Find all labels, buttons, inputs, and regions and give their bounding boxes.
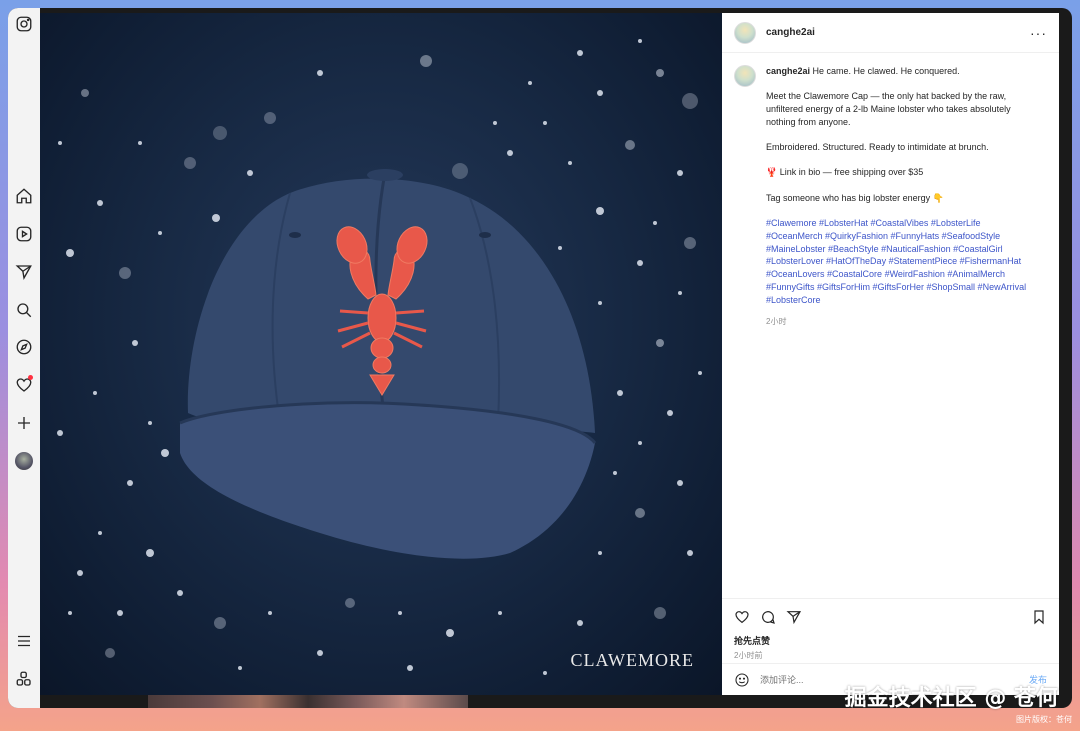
menu-icon[interactable]: [12, 629, 36, 653]
author-username[interactable]: canghe2ai: [766, 27, 815, 38]
caption-timestamp: 2小时: [766, 317, 787, 327]
brand-text: CLAWEMORE: [570, 650, 694, 670]
left-nav-rail: [8, 8, 40, 708]
app-window: CLAWEMORE canghe2ai ··· canghe2ai He cam…: [8, 8, 1072, 708]
post-image[interactable]: CLAWEMORE: [40, 13, 722, 695]
caption-paragraph: 🦞 Link in bio — free shipping over $35: [766, 167, 924, 178]
background-thumbnails: [148, 695, 468, 708]
caption: canghe2ai He came. He clawed. He conquer…: [722, 53, 1059, 329]
notification-dot: [28, 375, 33, 380]
post-actions: 抢先点赞 2小时前: [722, 598, 1059, 660]
post-header: canghe2ai ···: [722, 13, 1059, 53]
cap-illustration: [57, 39, 702, 675]
bookmark-icon[interactable]: [1031, 609, 1047, 625]
heart-icon[interactable]: [12, 373, 36, 397]
more-options-button[interactable]: ···: [1030, 26, 1047, 40]
send-icon[interactable]: [12, 260, 36, 284]
share-icon[interactable]: [786, 609, 802, 625]
watermark: 掘金技术社区 @ 苍何: [844, 686, 1058, 711]
hashtags[interactable]: #Clawemore #LobsterHat #CoastalVibes #Lo…: [766, 217, 1031, 307]
heart-icon[interactable]: [734, 609, 750, 625]
apps-icon[interactable]: [12, 667, 36, 691]
explore-icon[interactable]: [12, 335, 36, 359]
create-icon[interactable]: [12, 411, 36, 435]
home-icon[interactable]: [12, 184, 36, 208]
caption-paragraph: Meet the Clawemore Cap — the only hat ba…: [766, 91, 1011, 127]
caption-paragraph: Embroidered. Structured. Ready to intimi…: [766, 142, 989, 153]
author-avatar[interactable]: [734, 21, 756, 44]
emoji-icon[interactable]: [734, 672, 750, 688]
search-icon[interactable]: [12, 298, 36, 322]
post-details-panel: canghe2ai ··· canghe2ai He came. He claw…: [722, 13, 1059, 695]
caption-lead: He came. He clawed. He conquered.: [812, 66, 960, 76]
comment-icon[interactable]: [760, 609, 776, 625]
profile-avatar[interactable]: [12, 449, 36, 473]
caption-paragraph: Tag someone who has big lobster energy 👇: [766, 192, 944, 203]
post-timestamp: 2小时前: [734, 651, 763, 660]
caption-body: canghe2ai He came. He clawed. He conquer…: [766, 65, 1031, 329]
caption-avatar[interactable]: [734, 65, 756, 87]
instagram-icon[interactable]: [12, 12, 36, 36]
watermark-copyright: 图片版权：苍何: [1016, 715, 1072, 724]
caption-username[interactable]: canghe2ai: [766, 66, 810, 76]
reels-icon[interactable]: [12, 222, 36, 246]
likes-text[interactable]: 抢先点赞: [734, 634, 1047, 647]
